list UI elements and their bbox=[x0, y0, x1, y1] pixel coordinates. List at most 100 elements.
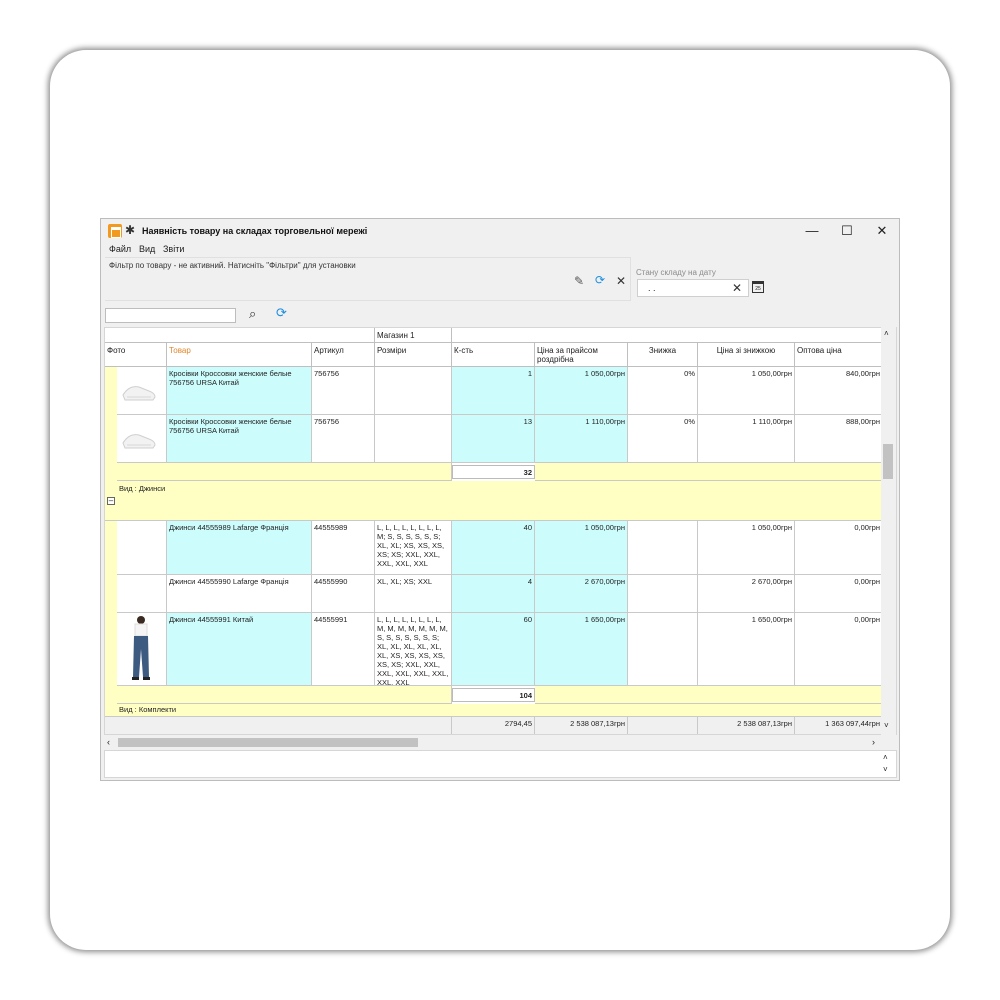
row-discounted: 2 670,00грн bbox=[698, 575, 795, 613]
row-photo bbox=[117, 415, 167, 463]
scroll-up-icon[interactable]: ˄ bbox=[884, 329, 889, 338]
date-clear-icon[interactable]: ✕ bbox=[732, 281, 742, 295]
col-qty[interactable]: К-сть bbox=[452, 343, 535, 367]
col-wholesale[interactable]: Оптова ціна bbox=[795, 343, 883, 367]
vertical-scrollbar[interactable]: ˄ ˅ bbox=[881, 327, 896, 735]
row-discount: 0% bbox=[628, 367, 698, 415]
col-discount[interactable]: Знижка bbox=[628, 343, 698, 367]
menu-view[interactable]: Вид bbox=[139, 244, 155, 254]
group-label: Вид : Джинси bbox=[119, 484, 166, 493]
row-qty: 4 bbox=[452, 575, 535, 613]
row-qty: 1 bbox=[452, 367, 535, 415]
title-bar: ✱ Наявність товару на складах торговельн… bbox=[101, 219, 899, 243]
date-label: Стану складу на дату bbox=[636, 268, 716, 277]
row-sizes: XL, XL; XS; XXL bbox=[375, 575, 452, 613]
search-input[interactable] bbox=[105, 308, 236, 323]
scroll-left-icon[interactable]: ‹ bbox=[107, 737, 110, 747]
row-sizes bbox=[375, 415, 452, 463]
row-discount bbox=[628, 575, 698, 613]
store-header: Магазин 1 bbox=[375, 328, 452, 343]
calendar-icon[interactable]: 25 bbox=[752, 281, 764, 293]
col-sizes[interactable]: Розміри bbox=[375, 343, 452, 367]
app-icon bbox=[108, 224, 122, 238]
group-gutter bbox=[105, 521, 117, 709]
maximize-button[interactable]: ☐ bbox=[837, 223, 857, 239]
pane-scroll-down-icon[interactable]: ˅ bbox=[883, 765, 888, 774]
row-product[interactable]: Джинси 44555990 Lafarge Франція bbox=[167, 575, 312, 613]
col-discounted-price[interactable]: Ціна зі знижкою bbox=[698, 343, 795, 367]
details-pane: ˄ ˅ bbox=[104, 750, 897, 778]
row-wholesale: 0,00грн bbox=[795, 575, 883, 613]
row-product[interactable]: Кросівки Кроссовки женские белые 756756 … bbox=[167, 415, 312, 463]
row-article: 44555989 bbox=[312, 521, 375, 575]
horizontal-scroll-thumb[interactable] bbox=[118, 738, 418, 747]
app-window: ✱ Наявність товару на складах торговельн… bbox=[100, 218, 900, 781]
group-label: Вид : Комплекти bbox=[119, 705, 177, 714]
sneaker-image bbox=[122, 386, 156, 401]
stock-grid: Магазин 1 Фото Товар Артикул Розміри К-с… bbox=[104, 327, 897, 735]
refresh-icon[interactable]: ⟳ bbox=[276, 305, 287, 321]
edit-filter-icon[interactable]: ✎ bbox=[574, 274, 584, 288]
scroll-right-icon[interactable]: › bbox=[872, 737, 875, 747]
group-header-kits[interactable]: Вид : Комплекти bbox=[105, 704, 883, 717]
row-product[interactable]: Джинси 44555989 Lafarge Франція bbox=[167, 521, 312, 575]
footer-discount bbox=[628, 717, 698, 734]
scroll-down-icon[interactable]: ˅ bbox=[884, 721, 889, 730]
col-product[interactable]: Товар bbox=[167, 343, 312, 367]
row-product[interactable]: Кросівки Кроссовки женские белые 756756 … bbox=[167, 367, 312, 415]
row-discounted: 1 050,00грн bbox=[698, 521, 795, 575]
row-sizes: L, L, L, L, L, L, L, L, M, M, M, M, M, M… bbox=[375, 613, 452, 686]
row-qty: 60 bbox=[452, 613, 535, 686]
header-band-right bbox=[452, 328, 883, 343]
date-value: . . bbox=[648, 283, 656, 293]
gear-icon[interactable]: ✱ bbox=[125, 223, 135, 237]
row-price: 1 050,00грн bbox=[535, 521, 628, 575]
pane-scroll-up-icon[interactable]: ˄ bbox=[883, 753, 888, 762]
group-header-jeans[interactable]: Вид : Джинси – bbox=[105, 481, 883, 521]
row-sizes: L, L, L, L, L, L, L, L, M; S, S, S, S, S… bbox=[375, 521, 452, 575]
row-discount bbox=[628, 521, 698, 575]
row-wholesale: 0,00грн bbox=[795, 613, 883, 686]
vertical-scroll-thumb[interactable] bbox=[883, 444, 893, 479]
row-discounted: 1 050,00грн bbox=[698, 367, 795, 415]
footer-band bbox=[105, 717, 452, 734]
close-button[interactable]: ✕ bbox=[872, 223, 892, 239]
footer-price: 2 538 087,13грн bbox=[535, 717, 628, 734]
row-price: 1 650,00грн bbox=[535, 613, 628, 686]
row-article: 756756 bbox=[312, 415, 375, 463]
row-article: 44555991 bbox=[312, 613, 375, 686]
footer-qty: 2794,45 bbox=[452, 717, 535, 734]
search-icon[interactable]: ⌕ bbox=[249, 306, 256, 322]
row-price: 1 050,00грн bbox=[535, 367, 628, 415]
row-photo bbox=[117, 575, 167, 613]
col-photo[interactable]: Фото bbox=[105, 343, 167, 367]
footer-wholesale: 1 363 097,44грн bbox=[795, 717, 883, 734]
row-price: 2 670,00грн bbox=[535, 575, 628, 613]
minimize-button[interactable]: — bbox=[802, 223, 822, 238]
group-total-band-right bbox=[535, 463, 883, 481]
row-product[interactable]: Джинси 44555991 Китай bbox=[167, 613, 312, 686]
menu-reports[interactable]: Звіти bbox=[163, 244, 184, 254]
refresh-filter-icon[interactable]: ⟳ bbox=[595, 273, 605, 287]
group2-total: 104 bbox=[452, 688, 535, 702]
row-photo bbox=[117, 521, 167, 575]
menu-file[interactable]: Файл bbox=[109, 244, 131, 254]
row-discounted: 1 650,00грн bbox=[698, 613, 795, 686]
group-total-band-right bbox=[535, 686, 883, 704]
row-wholesale: 888,00грн bbox=[795, 415, 883, 463]
col-retail-price[interactable]: Ціна за прайсом роздрібна bbox=[535, 343, 628, 367]
col-article[interactable]: Артикул bbox=[312, 343, 375, 367]
row-qty: 40 bbox=[452, 521, 535, 575]
collapse-icon[interactable]: – bbox=[107, 497, 115, 505]
row-discount bbox=[628, 613, 698, 686]
row-photo bbox=[117, 613, 167, 686]
clear-filter-icon[interactable]: ✕ bbox=[616, 274, 626, 288]
group-total-band bbox=[117, 686, 452, 704]
group-gutter bbox=[105, 367, 117, 481]
row-wholesale: 0,00грн bbox=[795, 521, 883, 575]
horizontal-scrollbar[interactable]: ‹ › bbox=[104, 736, 882, 749]
row-sizes bbox=[375, 367, 452, 415]
row-article: 756756 bbox=[312, 367, 375, 415]
row-photo bbox=[117, 367, 167, 415]
row-qty: 13 bbox=[452, 415, 535, 463]
